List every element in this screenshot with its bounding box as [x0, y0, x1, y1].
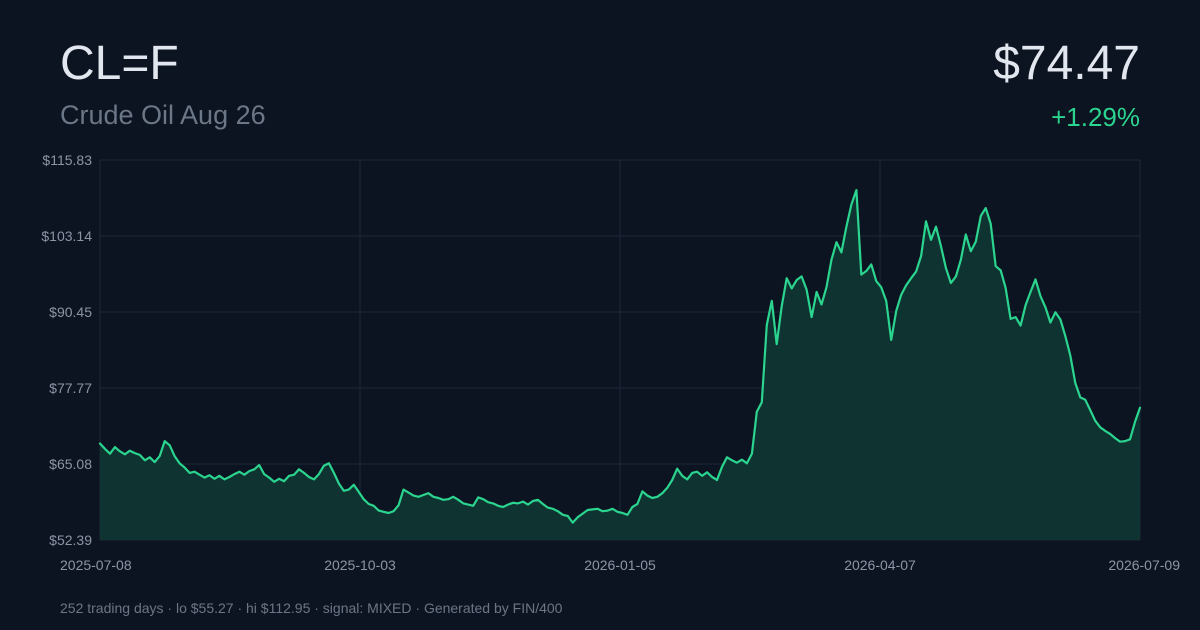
y-tick-label: $115.83 [42, 152, 92, 168]
price-chart: $115.83 $103.14 $90.45 $77.77 $65.08 $52.39 20… [41, 152, 1180, 573]
x-tick-label: 2025-10-03 [324, 557, 396, 573]
x-tick-label: 2026-01-05 [584, 557, 656, 573]
y-tick-label: $65.08 [49, 456, 92, 472]
y-tick-label: $90.45 [49, 304, 92, 320]
x-tick-label: 2025-07-08 [60, 557, 132, 573]
x-tick-label: 2026-07-09 [1108, 557, 1180, 573]
footer-summary: 252 trading days · lo $55.27 · hi $112.9… [60, 600, 563, 616]
y-tick-label: $52.39 [49, 532, 92, 548]
y-tick-label: $103.14 [41, 228, 92, 244]
y-tick-label: $77.77 [49, 380, 92, 396]
x-tick-label: 2026-04-07 [844, 557, 916, 573]
